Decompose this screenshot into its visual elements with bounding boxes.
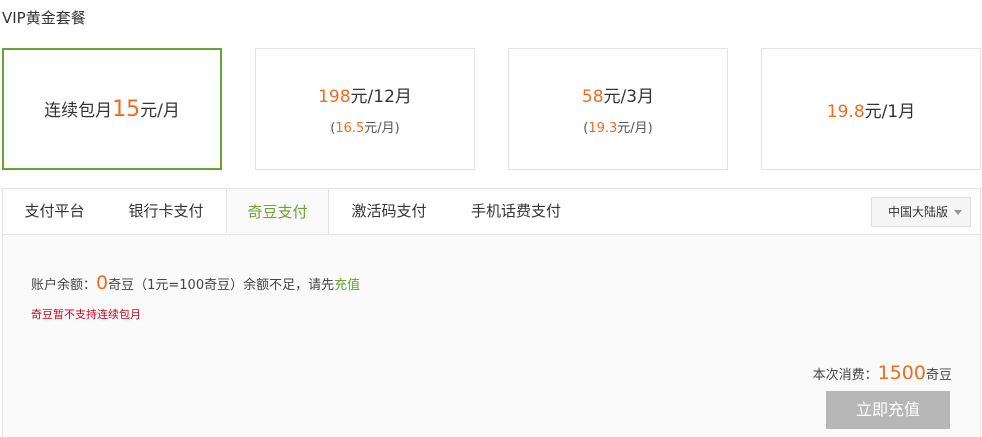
plan-12-months[interactable]: 198元/12月 (16.5元/月) (255, 48, 475, 170)
plan-price: 15 (112, 97, 141, 122)
tab-bank-card[interactable]: 银行卡支付 (106, 188, 226, 235)
payment-tab-bar: 支付平台 银行卡支付 奇豆支付 激活码支付 手机话费支付 (2, 188, 981, 235)
region-label: 中国大陆版 (888, 205, 949, 219)
account-balance: 账户余额：0奇豆（1元=100奇豆）余额不足，请先充值 (31, 272, 361, 294)
tab-payment-platform[interactable]: 支付平台 (3, 188, 106, 235)
plan-price-line: 58元/3月 (581, 87, 655, 107)
plan-price: 19.8 (826, 101, 865, 122)
recharge-now-button[interactable]: 立即充值 (826, 391, 950, 429)
plan-monthly-auto[interactable]: 连续包月15元/月 (2, 48, 222, 170)
plan-monthly-equivalent: (19.3元/月) (583, 121, 653, 136)
plan-price-line: 连续包月15元/月 (44, 97, 180, 122)
chevron-down-icon (954, 210, 962, 215)
tab-qidou[interactable]: 奇豆支付 (226, 188, 329, 235)
current-cost: 本次消费：1500奇豆 (812, 362, 952, 384)
plan-monthly-equivalent: (16.5元/月) (330, 121, 400, 136)
plan-price-line: 198元/12月 (318, 87, 412, 107)
region-select[interactable]: 中国大陆版 (871, 197, 971, 227)
plan-price-line: 19.8元/1月 (826, 101, 916, 122)
warning-message: 奇豆暂不支持连续包月 (31, 308, 141, 321)
cost-amount: 1500 (877, 362, 926, 384)
recharge-link[interactable]: 充值 (334, 278, 360, 293)
balance-amount: 0 (96, 272, 109, 294)
tab-mobile-bill[interactable]: 手机话费支付 (449, 188, 583, 235)
plan-1-month[interactable]: 19.8元/1月 (761, 48, 981, 170)
plan-price: 198 (318, 87, 351, 107)
plan-price: 58 (581, 87, 604, 107)
tab-activation-code[interactable]: 激活码支付 (329, 188, 449, 235)
section-title: VIP黄金套餐 (2, 9, 86, 27)
plan-3-months[interactable]: 58元/3月 (19.3元/月) (508, 48, 728, 170)
